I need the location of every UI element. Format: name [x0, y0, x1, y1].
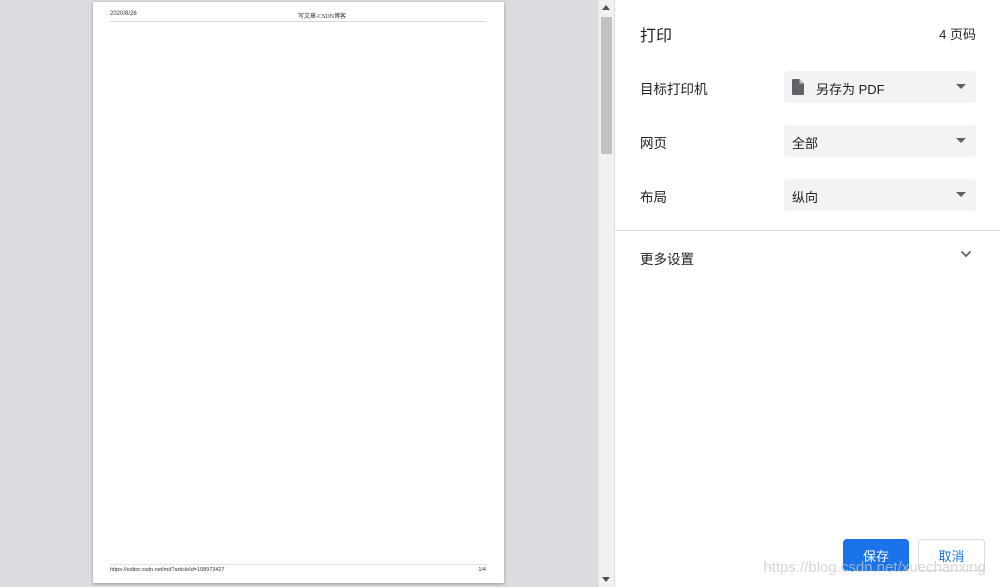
preview-scrollbar[interactable] — [598, 0, 614, 587]
scroll-down-arrow-icon[interactable] — [602, 577, 610, 582]
page-footer-page-number: 1/4 — [478, 567, 486, 573]
destination-label: 目标打印机 — [640, 82, 708, 97]
page-count: 4 页码 — [939, 27, 976, 42]
print-preview-area: 2020/8/26 写文章-CSDN博客 https://editor.csdn… — [0, 0, 598, 587]
layout-value: 纵向 — [792, 190, 819, 205]
pages-value: 全部 — [792, 136, 819, 151]
print-dialog: 2020/8/26 写文章-CSDN博客 https://editor.csdn… — [0, 0, 1000, 587]
scroll-up-arrow-icon[interactable] — [602, 5, 610, 10]
destination-value: 另存为 PDF — [816, 82, 885, 97]
print-settings-panel: 打印 4 页码 目标打印机 另存为 PDF 网页 全部 布局 纵向 更多设置 保… — [614, 0, 1000, 587]
layout-label: 布局 — [640, 190, 667, 205]
section-divider — [615, 230, 1000, 231]
more-settings-toggle[interactable]: 更多设置 — [615, 238, 1000, 274]
dropdown-caret-icon — [956, 192, 966, 197]
page-header-date: 2020/8/26 — [110, 11, 137, 17]
layout-select[interactable]: 纵向 — [784, 179, 976, 211]
dropdown-caret-icon — [956, 138, 966, 143]
page-header-divider — [110, 21, 486, 22]
document-icon — [792, 79, 804, 95]
watermark: https://blog.csdn.net/xuechanxing — [763, 559, 986, 576]
chevron-down-icon — [960, 250, 972, 258]
panel-title: 打印 — [640, 28, 673, 45]
page-footer-divider — [110, 564, 486, 565]
pages-select[interactable]: 全部 — [784, 125, 976, 157]
pages-label: 网页 — [640, 136, 667, 151]
scrollbar-thumb[interactable] — [601, 17, 612, 154]
more-settings-label: 更多设置 — [640, 252, 694, 267]
page-header-title: 写文章-CSDN博客 — [298, 14, 347, 20]
page-footer-url: https://editor.csdn.net/md?articleId=108… — [110, 567, 225, 573]
preview-page: 2020/8/26 写文章-CSDN博客 https://editor.csdn… — [93, 2, 504, 583]
dropdown-caret-icon — [956, 84, 966, 89]
destination-select[interactable]: 另存为 PDF — [784, 71, 976, 103]
